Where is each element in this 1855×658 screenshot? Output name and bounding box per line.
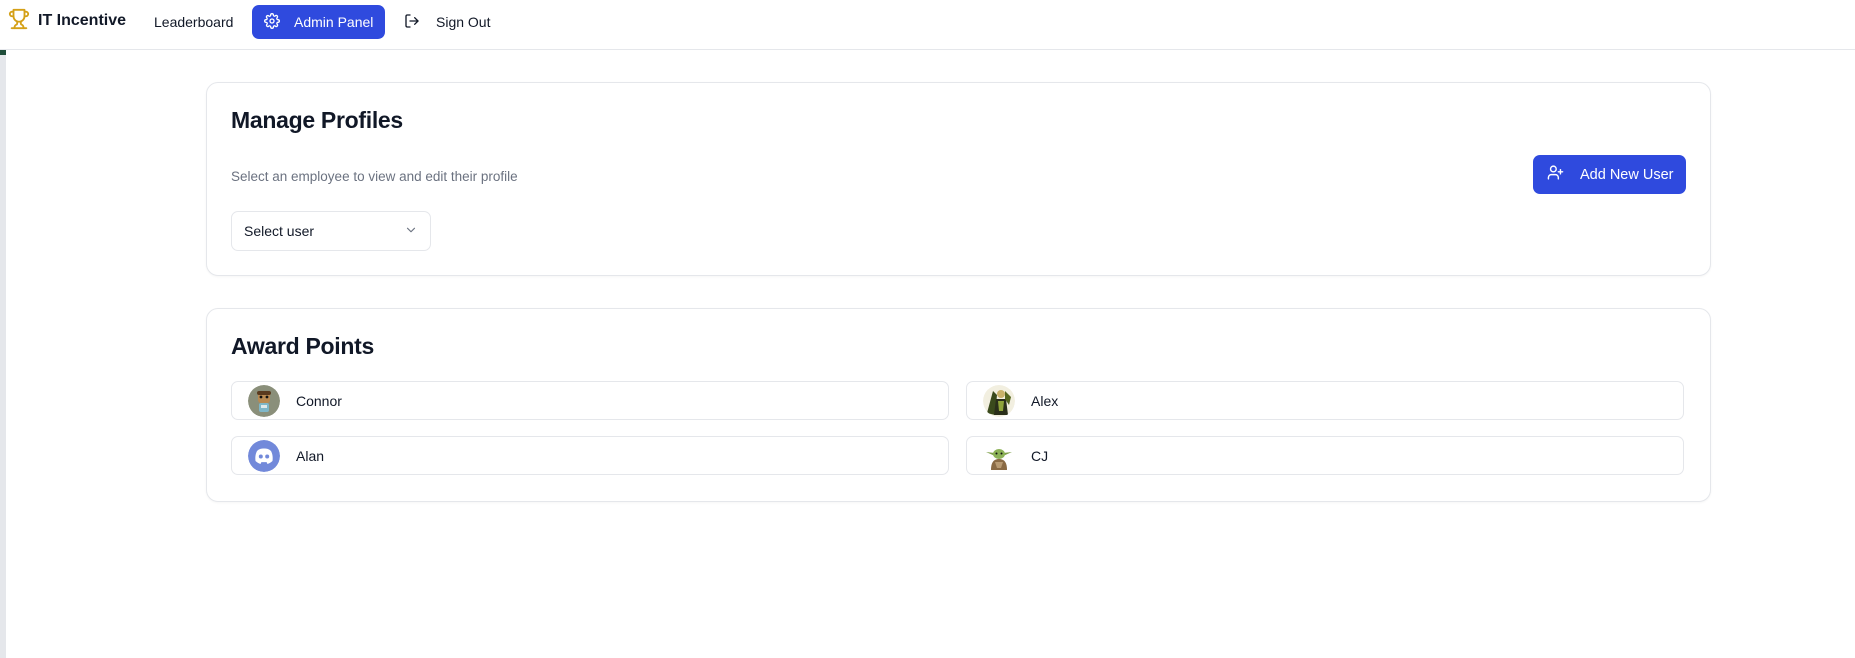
user-select[interactable]: Select user — [231, 211, 431, 251]
award-points-title: Award Points — [231, 333, 374, 359]
award-user-name: Alex — [1031, 392, 1059, 409]
award-user-name: CJ — [1031, 447, 1049, 464]
nav-admin-panel-button[interactable]: Admin Panel — [252, 5, 385, 39]
brand-name: IT Incentive — [38, 12, 127, 29]
brand[interactable]: IT Incentive — [8, 8, 127, 35]
trophy-icon — [8, 8, 30, 35]
manage-profiles-subtitle: Select an employee to view and edit thei… — [231, 169, 518, 184]
user-select-value: Select user — [244, 223, 315, 239]
figure-avatar-icon — [983, 384, 1015, 417]
nav-leaderboard-link[interactable]: Leaderboard — [146, 5, 241, 39]
award-user-name: Alan — [296, 447, 325, 464]
window-edge — [0, 0, 6, 658]
award-user-row-alex[interactable]: Alex — [966, 381, 1684, 420]
user-plus-icon — [1547, 164, 1564, 185]
gear-icon — [264, 12, 280, 32]
nav-sign-out-button[interactable]: Sign Out — [396, 5, 498, 39]
top-navbar: IT Incentive Leaderboard Admin Panel Sig… — [0, 0, 1855, 50]
award-points-card: Award Points Connor Alex Alan CJ — [206, 308, 1711, 502]
add-new-user-label: Add New User — [1580, 166, 1674, 183]
manage-profiles-title: Manage Profiles — [231, 107, 403, 133]
log-out-icon — [404, 13, 420, 32]
discord-avatar-icon — [248, 439, 280, 472]
award-user-row-connor[interactable]: Connor — [231, 381, 949, 420]
award-user-row-cj[interactable]: CJ — [966, 436, 1684, 475]
nav-sign-out-label: Sign Out — [436, 14, 491, 30]
cartoon-avatar-icon — [248, 384, 280, 417]
yoda-avatar-icon — [983, 439, 1015, 472]
add-new-user-button[interactable]: Add New User — [1533, 155, 1686, 194]
award-user-row-alan[interactable]: Alan — [231, 436, 949, 475]
award-user-list: Connor Alex Alan CJ — [231, 381, 1686, 475]
nav-admin-panel-label: Admin Panel — [294, 14, 374, 30]
award-user-name: Connor — [296, 392, 342, 409]
chevron-down-icon — [404, 223, 418, 240]
manage-profiles-card: Manage Profiles Select an employee to vi… — [206, 82, 1711, 276]
